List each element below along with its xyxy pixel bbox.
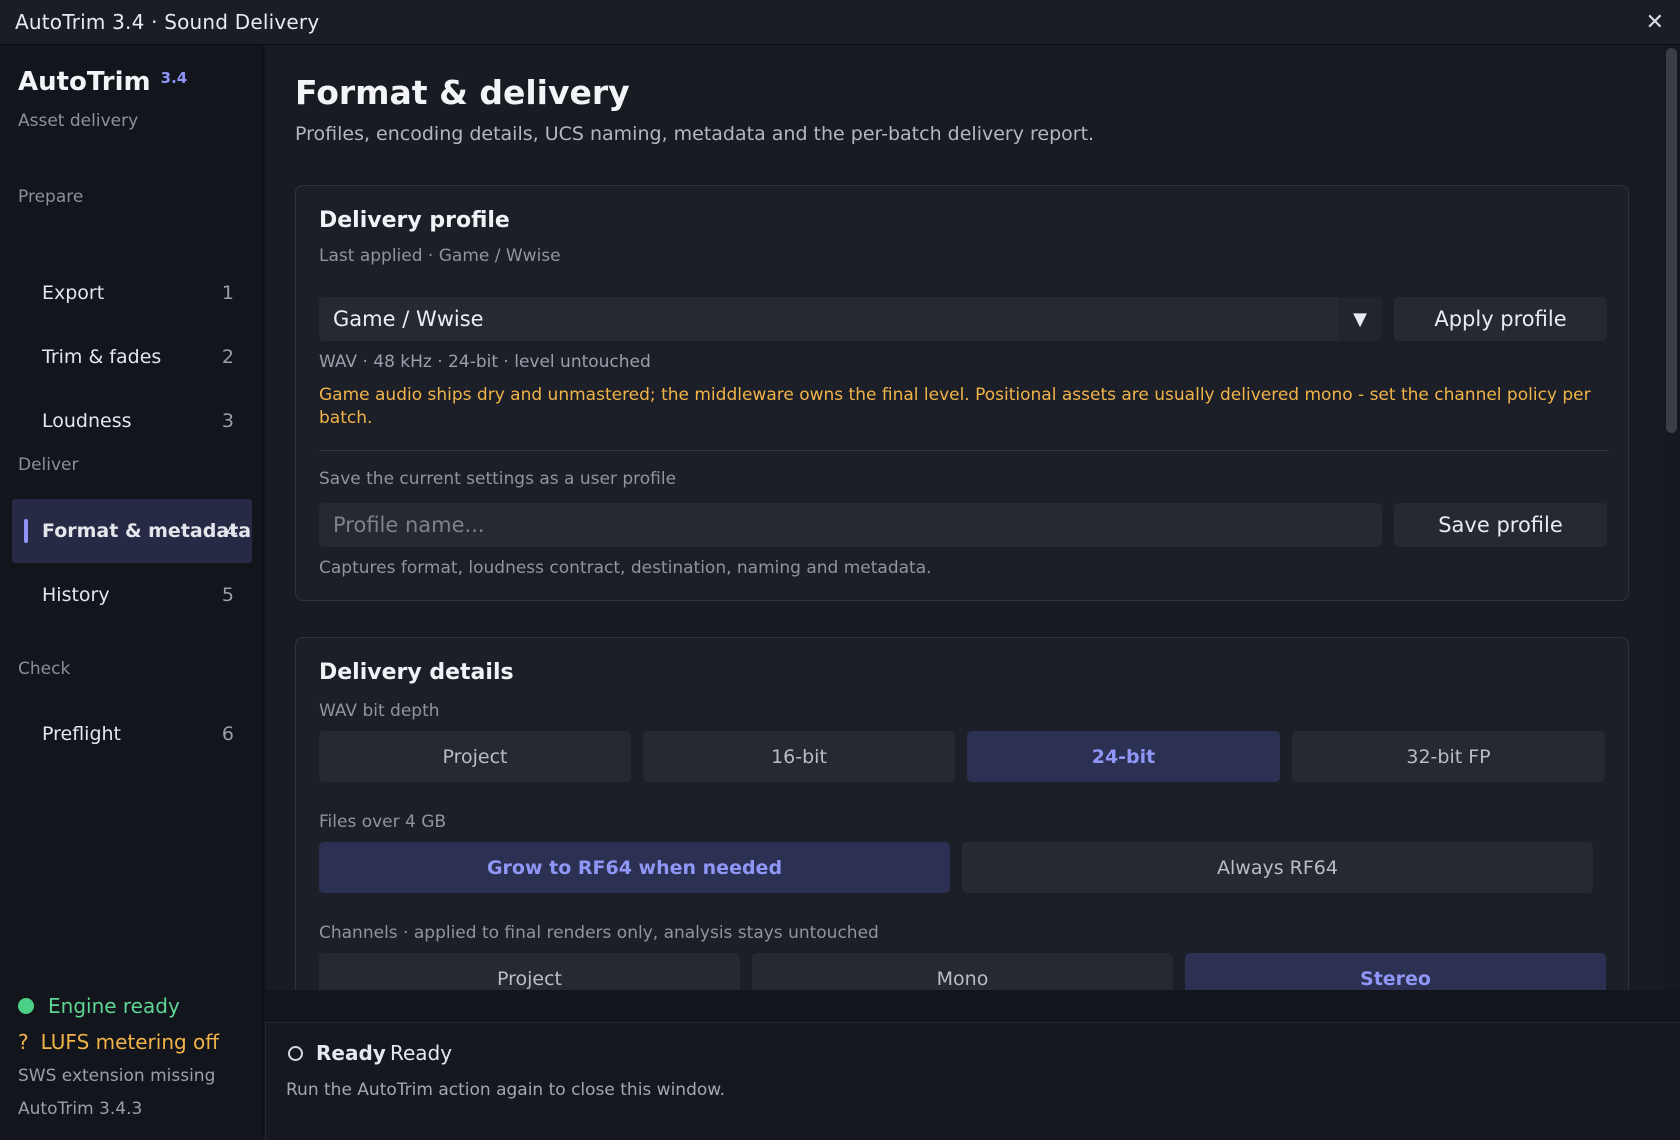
window-title: AutoTrim 3.4 · Sound Delivery [15, 10, 320, 34]
sidebar-item-label: Preflight [42, 723, 122, 745]
main-content: Format & delivery Profiles, encoding det… [265, 45, 1663, 990]
question-icon: ? [18, 1030, 29, 1054]
brand-subtitle: Asset delivery [18, 111, 139, 131]
bit-depth-label: WAV bit depth [319, 701, 440, 721]
profile-dropdown-value: Game / Wwise [333, 307, 484, 331]
sidebar-item-number: 4 [225, 520, 238, 542]
sidebar-item-label: Loudness [42, 410, 132, 432]
card-title: Delivery profile [319, 208, 510, 233]
close-icon[interactable]: ✕ [1646, 10, 1664, 35]
sidebar-item-label: Format & metadata [42, 520, 252, 542]
card-title: Delivery details [319, 660, 514, 685]
section-label-deliver: Deliver [18, 455, 79, 475]
profile-dropdown[interactable]: Game / Wwise ▼ [319, 297, 1382, 341]
save-note: Captures format, loudness contract, dest… [319, 558, 932, 578]
lufs-status: ? LUFS metering off [18, 1030, 219, 1054]
sidebar-item-label: Trim & fades [42, 346, 162, 368]
save-profile-button[interactable]: Save profile [1394, 503, 1607, 547]
engine-status: Engine ready [18, 994, 180, 1018]
sidebar-item-label: History [42, 584, 110, 606]
sidebar-item-number: 3 [221, 410, 234, 432]
divider [265, 990, 1680, 1022]
sidebar: AutoTrim 3.4 Asset delivery Prepare Expo… [0, 45, 264, 1140]
save-caption: Save the current settings as a user prof… [319, 469, 677, 489]
sws-status: SWS extension missing [18, 1066, 216, 1086]
sidebar-item-preflight[interactable]: Preflight 6 [12, 702, 252, 766]
sidebar-item-number: 1 [221, 282, 234, 304]
channels-option-mono[interactable]: Mono [752, 953, 1173, 990]
channels-label: Channels · applied to final renders only… [319, 923, 879, 943]
brand-name: AutoTrim [18, 67, 151, 97]
delivery-details-card: Delivery details WAV bit depth Project 1… [295, 637, 1629, 990]
status-hint: Run the AutoTrim action again to close t… [286, 1080, 726, 1100]
title-bar: AutoTrim 3.4 · Sound Delivery ✕ [0, 0, 1680, 45]
profile-warning: Game audio ships dry and unmastered; the… [319, 385, 1591, 428]
sidebar-item-loudness[interactable]: Loudness 3 [12, 389, 252, 453]
bit-depth-option-24bit[interactable]: 24-bit [967, 731, 1280, 782]
active-indicator [24, 519, 28, 543]
bit-depth-option-project[interactable]: Project [319, 731, 631, 782]
brand-version: 3.4 [160, 69, 188, 87]
section-label-prepare: Prepare [18, 187, 84, 207]
sidebar-item-number: 6 [221, 723, 234, 745]
section-label-check: Check [18, 659, 71, 679]
last-applied: Last applied · Game / Wwise [319, 246, 561, 266]
sidebar-item-export[interactable]: Export 1 [12, 261, 252, 325]
rf64-option-grow[interactable]: Grow to RF64 when needed [319, 842, 950, 893]
brand: AutoTrim 3.4 [18, 67, 187, 97]
page-title: Format & delivery [295, 73, 630, 112]
sidebar-item-label: Export [42, 282, 105, 304]
lufs-status-text: LUFS metering off [40, 1030, 220, 1054]
chevron-down-icon[interactable]: ▼ [1338, 297, 1382, 341]
scrollbar-thumb[interactable] [1666, 48, 1677, 433]
status-ring-icon [288, 1046, 303, 1061]
rf64-option-always[interactable]: Always RF64 [962, 842, 1593, 893]
sidebar-item-number: 5 [221, 584, 234, 606]
channels-option-stereo[interactable]: Stereo [1185, 953, 1606, 990]
channels-option-project[interactable]: Project [319, 953, 740, 990]
page-subtitle: Profiles, encoding details, UCS naming, … [295, 123, 1095, 145]
bit-depth-option-16bit[interactable]: 16-bit [643, 731, 955, 782]
delivery-profile-card: Delivery profile Last applied · Game / W… [295, 185, 1629, 601]
sidebar-item-history[interactable]: History 5 [12, 563, 252, 627]
app-version: AutoTrim 3.4.3 [18, 1099, 143, 1119]
divider [319, 450, 1609, 451]
profile-name-input[interactable] [319, 503, 1382, 547]
engine-status-text: Engine ready [48, 994, 180, 1018]
status-bar: Ready Ready Run the AutoTrim action agai… [265, 1022, 1680, 1140]
apply-profile-button[interactable]: Apply profile [1394, 297, 1607, 341]
status-state: Ready [316, 1041, 386, 1065]
status-message: Ready [390, 1041, 453, 1065]
status-dot-icon [18, 998, 34, 1014]
large-files-label: Files over 4 GB [319, 812, 447, 832]
bit-depth-option-32bit-fp[interactable]: 32-bit FP [1292, 731, 1605, 782]
sidebar-item-number: 2 [221, 346, 234, 368]
sidebar-item-trim-fades[interactable]: Trim & fades 2 [12, 325, 252, 389]
sidebar-item-format-metadata[interactable]: Format & metadata 4 [12, 499, 252, 563]
format-summary: WAV · 48 kHz · 24-bit · level untouched [319, 352, 651, 372]
